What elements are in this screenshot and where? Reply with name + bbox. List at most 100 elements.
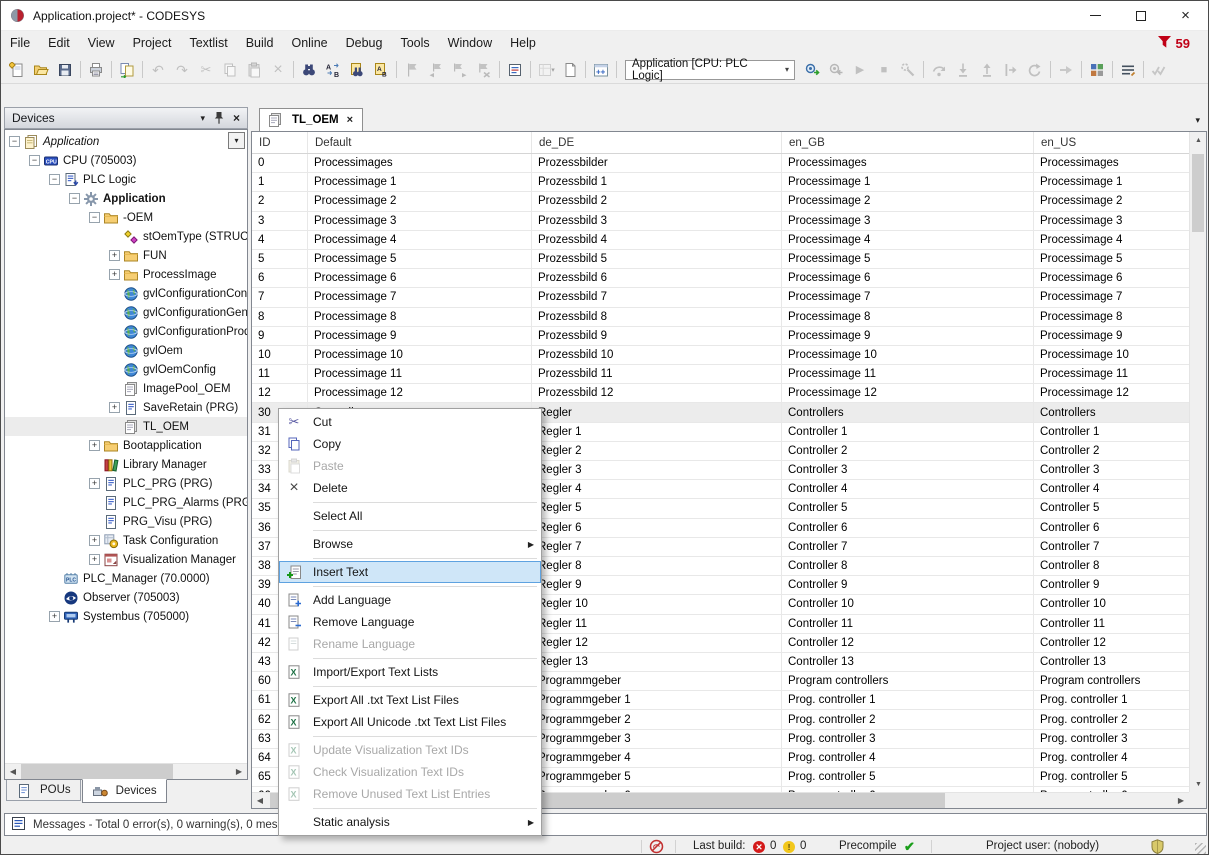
menu-build[interactable]: Build — [237, 31, 283, 56]
tree-item-gvlconfigurationcon[interactable]: gvlConfigurationCon — [5, 284, 247, 303]
replace-button[interactable]: AB — [321, 58, 345, 82]
context-menu-item-select-all[interactable]: Select All — [279, 505, 541, 527]
copy-button[interactable] — [218, 58, 242, 82]
context-menu-item-remove-language[interactable]: Remove Language — [279, 611, 541, 633]
calendar-add-button[interactable]: ++ — [589, 58, 613, 82]
collapse-toggle[interactable]: − — [29, 155, 40, 166]
collapse-toggle[interactable]: − — [49, 174, 60, 185]
reset-button[interactable] — [1023, 58, 1047, 82]
scroll-right-icon[interactable]: ▶ — [231, 764, 247, 780]
table-row[interactable]: 11Processimage 11Prozessbild 11Processim… — [252, 365, 1189, 384]
column-header-en-us[interactable]: en_US — [1034, 132, 1189, 153]
expand-toggle[interactable]: + — [109, 269, 120, 280]
check-all-button[interactable] — [1147, 58, 1171, 82]
menu-help[interactable]: Help — [501, 31, 545, 56]
context-menu-item-import-export-text-lists[interactable]: XImport/Export Text Lists — [279, 661, 541, 683]
tree-item-task-configuration[interactable]: +Task Configuration — [5, 531, 247, 550]
tree-item-gvloemconfig[interactable]: gvlOemConfig — [5, 360, 247, 379]
column-header-id[interactable]: ID — [252, 132, 308, 153]
context-menu-item-copy[interactable]: Copy — [279, 433, 541, 455]
new-device-button[interactable]: ▾ — [534, 58, 558, 82]
tree-item-oem[interactable]: −-OEM — [5, 208, 247, 227]
context-menu-item-export-all-unicode-txt-text-list-files[interactable]: XExport All Unicode .txt Text List Files — [279, 711, 541, 733]
find-in-files-button[interactable] — [345, 58, 369, 82]
scroll-down-icon[interactable]: ▼ — [1190, 776, 1207, 792]
tree-item-bootapplication[interactable]: +Bootapplication — [5, 436, 247, 455]
menu-file[interactable]: File — [1, 31, 39, 56]
undo-button[interactable]: ↶ — [146, 58, 170, 82]
tree-item-gvlconfigurationgen[interactable]: gvlConfigurationGen — [5, 303, 247, 322]
menu-textlist[interactable]: Textlist — [180, 31, 236, 56]
logout-button[interactable] — [824, 58, 848, 82]
breakpoints-button[interactable] — [896, 58, 920, 82]
stop-button[interactable]: ■ — [872, 58, 896, 82]
context-menu-item-delete[interactable]: ×Delete — [279, 477, 541, 499]
tree-item-gvlconfigurationprod[interactable]: gvlConfigurationProd — [5, 322, 247, 341]
table-row[interactable]: 1Processimage 1Prozessbild 1Processimage… — [252, 173, 1189, 192]
tree-item-tl-oem[interactable]: TL_OEM — [5, 417, 247, 436]
run-button[interactable]: ▶ — [848, 58, 872, 82]
login-button[interactable] — [800, 58, 824, 82]
refactor-button[interactable] — [115, 58, 139, 82]
tree-item-cpu-705003[interactable]: −CPUCPU (705003) — [5, 151, 247, 170]
tree-item-visualization-manager[interactable]: +Visualization Manager — [5, 550, 247, 569]
tree-horizontal-scrollbar[interactable]: ◀▶ — [5, 763, 247, 779]
table-row[interactable]: 0ProcessimagesProzessbilderProcessimages… — [252, 154, 1189, 173]
tree-item-prg-visu-prg[interactable]: PRG_Visu (PRG) — [5, 512, 247, 531]
menu-tools[interactable]: Tools — [391, 31, 438, 56]
table-row[interactable]: 3Processimage 3Prozessbild 3Processimage… — [252, 212, 1189, 231]
panel-menu-chevron-icon[interactable]: ▾ — [200, 113, 205, 124]
save-button[interactable] — [53, 58, 77, 82]
collapse-toggle[interactable]: − — [89, 212, 100, 223]
expand-toggle[interactable]: + — [109, 402, 120, 413]
tree-item-processimage[interactable]: +ProcessImage — [5, 265, 247, 284]
next-statement-button[interactable] — [1054, 58, 1078, 82]
tree-item-saveretain-prg[interactable]: +SaveRetain (PRG) — [5, 398, 247, 417]
expand-toggle[interactable]: + — [89, 535, 100, 546]
vertical-scrollbar[interactable]: ▲ ▼ — [1189, 132, 1206, 792]
context-menu-item-export-all-txt-text-list-files[interactable]: XExport All .txt Text List Files — [279, 689, 541, 711]
expand-toggle[interactable]: + — [49, 611, 60, 622]
panel-close-icon[interactable]: × — [233, 111, 240, 125]
tree-item-gvloem[interactable]: gvlOem — [5, 341, 247, 360]
tree-item-stoemtype-struct[interactable]: stOemType (STRUCT) — [5, 227, 247, 246]
table-row[interactable]: 4Processimage 4Prozessbild 4Processimage… — [252, 231, 1189, 250]
tree-item-library-manager[interactable]: Library Manager — [5, 455, 247, 474]
panel-tab-devices[interactable]: Devices — [82, 779, 167, 803]
table-row[interactable]: 5Processimage 5Prozessbild 5Processimage… — [252, 250, 1189, 269]
column-header-de-de[interactable]: de_DE — [532, 132, 782, 153]
menu-debug[interactable]: Debug — [337, 31, 392, 56]
column-header-en-gb[interactable]: en_GB — [782, 132, 1034, 153]
tree-root-dropdown[interactable]: ▾ — [228, 132, 245, 149]
bookmark-prev-button[interactable] — [424, 58, 448, 82]
new-project-button[interactable] — [5, 58, 29, 82]
delete-button[interactable]: × — [266, 58, 290, 82]
context-menu-item-browse[interactable]: Browse▶ — [279, 533, 541, 555]
menu-online[interactable]: Online — [282, 31, 336, 56]
tree-item-plc-prg-prg[interactable]: +PLC_PRG (PRG) — [5, 474, 247, 493]
step-over-button[interactable] — [927, 58, 951, 82]
context-menu-item-cut[interactable]: ✂Cut — [279, 411, 541, 433]
menu-edit[interactable]: Edit — [39, 31, 79, 56]
tree-item-plc-manager-70-0000[interactable]: PLCPLC_Manager (70.0000) — [5, 569, 247, 588]
scroll-up-icon[interactable]: ▲ — [1190, 132, 1207, 148]
step-out-button[interactable] — [975, 58, 999, 82]
tree-item-application[interactable]: −Application — [5, 189, 247, 208]
tree-item-fun[interactable]: +FUN — [5, 246, 247, 265]
find-button[interactable] — [297, 58, 321, 82]
context-menu-item-add-language[interactable]: Add Language — [279, 589, 541, 611]
collapse-toggle[interactable]: − — [69, 193, 80, 204]
bookmark-next-button[interactable] — [448, 58, 472, 82]
table-row[interactable]: 2Processimage 2Prozessbild 2Processimage… — [252, 192, 1189, 211]
step-into-button[interactable] — [951, 58, 975, 82]
bookmark-button[interactable] — [400, 58, 424, 82]
close-button[interactable]: × — [1163, 1, 1208, 30]
scroll-right-icon[interactable]: ▶ — [1173, 793, 1189, 809]
pin-icon[interactable] — [214, 111, 224, 125]
tree-item-systembus-705000[interactable]: +Systembus (705000) — [5, 607, 247, 626]
table-row[interactable]: 6Processimage 6Prozessbild 6Processimage… — [252, 269, 1189, 288]
table-row[interactable]: 10Processimage 10Prozessbild 10Processim… — [252, 346, 1189, 365]
expand-toggle[interactable]: + — [89, 554, 100, 565]
tree-scroll-thumb[interactable] — [21, 764, 173, 780]
vertical-scroll-thumb[interactable] — [1192, 154, 1204, 232]
